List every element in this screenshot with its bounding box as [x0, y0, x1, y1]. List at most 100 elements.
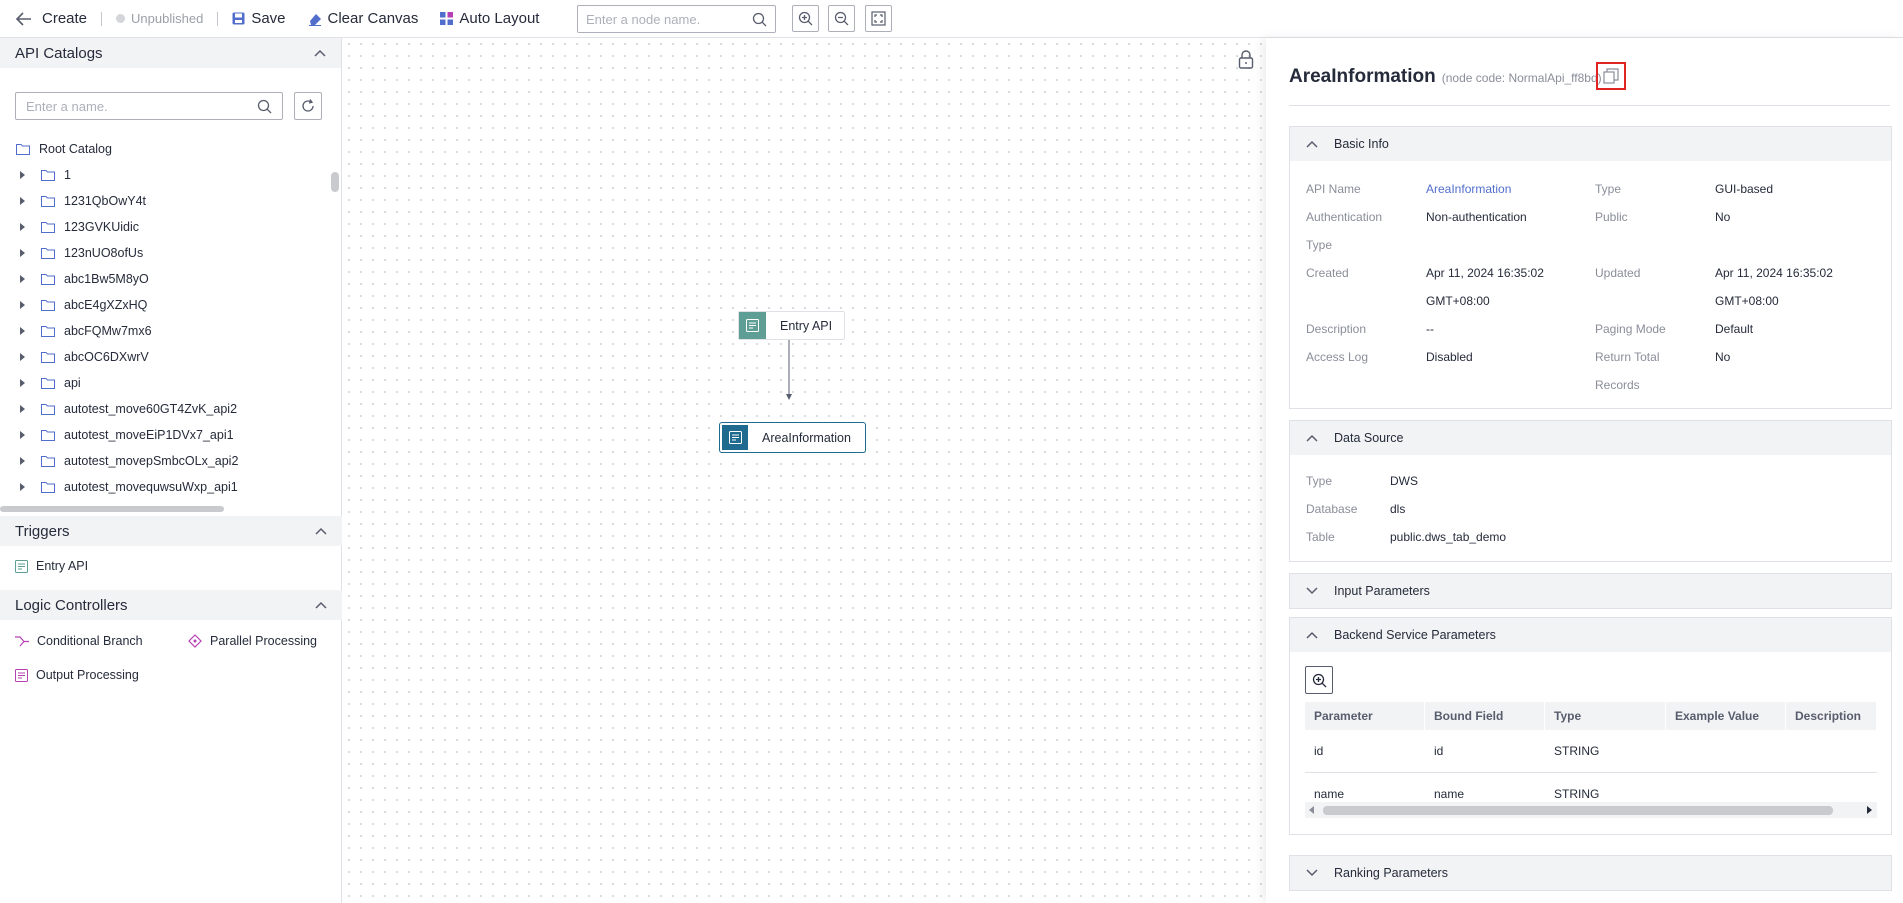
zoom-in-button[interactable] — [792, 5, 819, 32]
save-button[interactable]: Save — [232, 10, 286, 27]
tree-item-label: 123GVKUidic — [64, 220, 140, 234]
chevron-up-icon[interactable] — [1306, 140, 1318, 148]
fit-screen-button[interactable] — [865, 5, 892, 32]
folder-icon — [41, 326, 55, 337]
tree-item[interactable]: 1231QbOwY4t — [0, 188, 330, 214]
parallel-processing-item[interactable]: Parallel Processing — [188, 626, 317, 656]
tree-item[interactable]: autotest_movequwsuWxp_api1 — [0, 474, 330, 500]
auth-key: Authentication — [1306, 210, 1383, 224]
triggers-header[interactable]: Triggers — [0, 516, 342, 546]
ranking-parameters-header[interactable]: Ranking Parameters — [1290, 856, 1891, 890]
output-processing-item[interactable]: Output Processing — [15, 660, 139, 690]
updated-value-tz: GMT+08:00 — [1715, 294, 1779, 308]
caret-right-icon[interactable] — [20, 223, 25, 231]
triggers-title: Triggers — [15, 522, 70, 540]
created-value-tz: GMT+08:00 — [1426, 294, 1490, 308]
caret-right-icon[interactable] — [20, 457, 25, 465]
scrollbar-thumb[interactable] — [1323, 806, 1833, 815]
tree-item[interactable]: api — [0, 370, 330, 396]
caret-right-icon[interactable] — [20, 405, 25, 413]
conditional-branch-item[interactable]: Conditional Branch — [15, 626, 143, 656]
public-value: No — [1715, 210, 1731, 224]
caret-right-icon[interactable] — [20, 483, 25, 491]
chevron-up-icon[interactable] — [314, 49, 326, 57]
area-information-node[interactable]: AreaInformation — [719, 422, 866, 453]
input-parameters-header[interactable]: Input Parameters — [1290, 574, 1891, 608]
logic-controllers-title: Logic Controllers — [15, 596, 128, 614]
col-header: Parameter — [1305, 702, 1425, 730]
publish-status: Unpublished — [116, 11, 203, 26]
trigger-entry-api[interactable]: Entry API — [15, 551, 88, 581]
updated-value: Apr 11, 2024 16:35:02 — [1715, 266, 1833, 280]
caret-right-icon[interactable] — [20, 379, 25, 387]
tree-item[interactable]: abc1Bw5M8yO — [0, 266, 330, 292]
copy-button[interactable] — [1596, 62, 1626, 90]
scroll-left-icon[interactable] — [1309, 806, 1315, 814]
entry-api-node-label: Entry API — [780, 318, 833, 333]
caret-right-icon[interactable] — [20, 431, 25, 439]
chevron-up-icon[interactable] — [315, 601, 327, 609]
data-source-header[interactable]: Data Source — [1290, 421, 1891, 455]
cell-type: STRING — [1554, 744, 1600, 758]
refresh-icon — [302, 99, 314, 112]
tree-vertical-scrollbar[interactable] — [331, 172, 339, 192]
divider — [1289, 105, 1890, 106]
scroll-right-icon[interactable] — [1867, 806, 1873, 814]
tree-item[interactable]: 123GVKUidic — [0, 214, 330, 240]
catalog-search-input[interactable]: Enter a name. — [15, 92, 283, 120]
zoom-out-button[interactable] — [828, 5, 855, 32]
refresh-button[interactable] — [294, 92, 322, 120]
logic-controllers-header[interactable]: Logic Controllers — [0, 590, 342, 620]
caret-right-icon[interactable] — [20, 171, 25, 179]
auto-layout-button[interactable]: Auto Layout — [440, 10, 539, 27]
folder-icon — [41, 274, 55, 285]
caret-right-icon[interactable] — [20, 275, 25, 283]
tree-item[interactable]: autotest_movepSmbcOLx_api2 — [0, 448, 330, 474]
folder-icon — [41, 482, 55, 493]
flow-canvas[interactable]: Entry API AreaInformation — [343, 38, 1266, 903]
zoom-out-icon — [834, 11, 849, 26]
basic-info-header[interactable]: Basic Info — [1290, 127, 1891, 161]
tree-item[interactable]: 1 — [0, 162, 330, 188]
caret-right-icon[interactable] — [20, 197, 25, 205]
chevron-down-icon[interactable] — [1306, 869, 1318, 877]
api-name-link[interactable]: AreaInformation — [1426, 175, 1511, 203]
chevron-down-icon[interactable] — [1306, 587, 1318, 595]
entry-api-node[interactable]: Entry API — [738, 311, 846, 340]
table-key: Table — [1306, 530, 1335, 544]
api-icon — [722, 425, 748, 450]
caret-right-icon[interactable] — [20, 301, 25, 309]
table-value: public.dws_tab_demo — [1390, 530, 1507, 544]
back-create-button[interactable]: Create — [16, 10, 87, 27]
input-parameters-title: Input Parameters — [1334, 584, 1430, 598]
chevron-up-icon[interactable] — [1306, 631, 1318, 639]
caret-right-icon[interactable] — [20, 327, 25, 335]
tree-item[interactable]: abcFQMw7mx6 — [0, 318, 330, 344]
tree-root[interactable]: Root Catalog — [0, 136, 330, 162]
tree-item[interactable]: autotest_move60GT4ZvK_api2 — [0, 396, 330, 422]
save-icon — [232, 12, 245, 25]
table-horizontal-scrollbar[interactable] — [1305, 802, 1877, 818]
chevron-up-icon[interactable] — [315, 527, 327, 535]
folder-icon — [41, 222, 55, 233]
return-total-key: Return Total — [1595, 350, 1660, 364]
tree-item[interactable]: abcE4gXZxHQ — [0, 292, 330, 318]
status-label: Unpublished — [131, 11, 204, 26]
col-header: Example Value — [1666, 702, 1786, 730]
backend-params-header[interactable]: Backend Service Parameters — [1290, 618, 1891, 652]
save-label: Save — [251, 10, 286, 27]
tree-item[interactable]: abcOC6DXwrV — [0, 344, 330, 370]
auth-key-line2: Type — [1306, 238, 1333, 252]
tree-item[interactable]: autotest_moveEiP1DVx7_api1 — [0, 422, 330, 448]
lock-icon[interactable] — [1238, 50, 1254, 70]
node-search-input[interactable]: Enter a node name. — [577, 5, 776, 33]
zoom-table-button[interactable] — [1305, 666, 1333, 694]
tree-item[interactable]: 123nUO8ofUs — [0, 240, 330, 266]
api-catalogs-header[interactable]: API Catalogs — [0, 38, 341, 68]
caret-right-icon[interactable] — [20, 353, 25, 361]
tree-horizontal-scrollbar[interactable] — [0, 506, 224, 512]
clear-canvas-button[interactable]: Clear Canvas — [308, 10, 418, 27]
chevron-up-icon[interactable] — [1306, 434, 1318, 442]
ds-type-key: Type — [1306, 474, 1333, 488]
caret-right-icon[interactable] — [20, 249, 25, 257]
